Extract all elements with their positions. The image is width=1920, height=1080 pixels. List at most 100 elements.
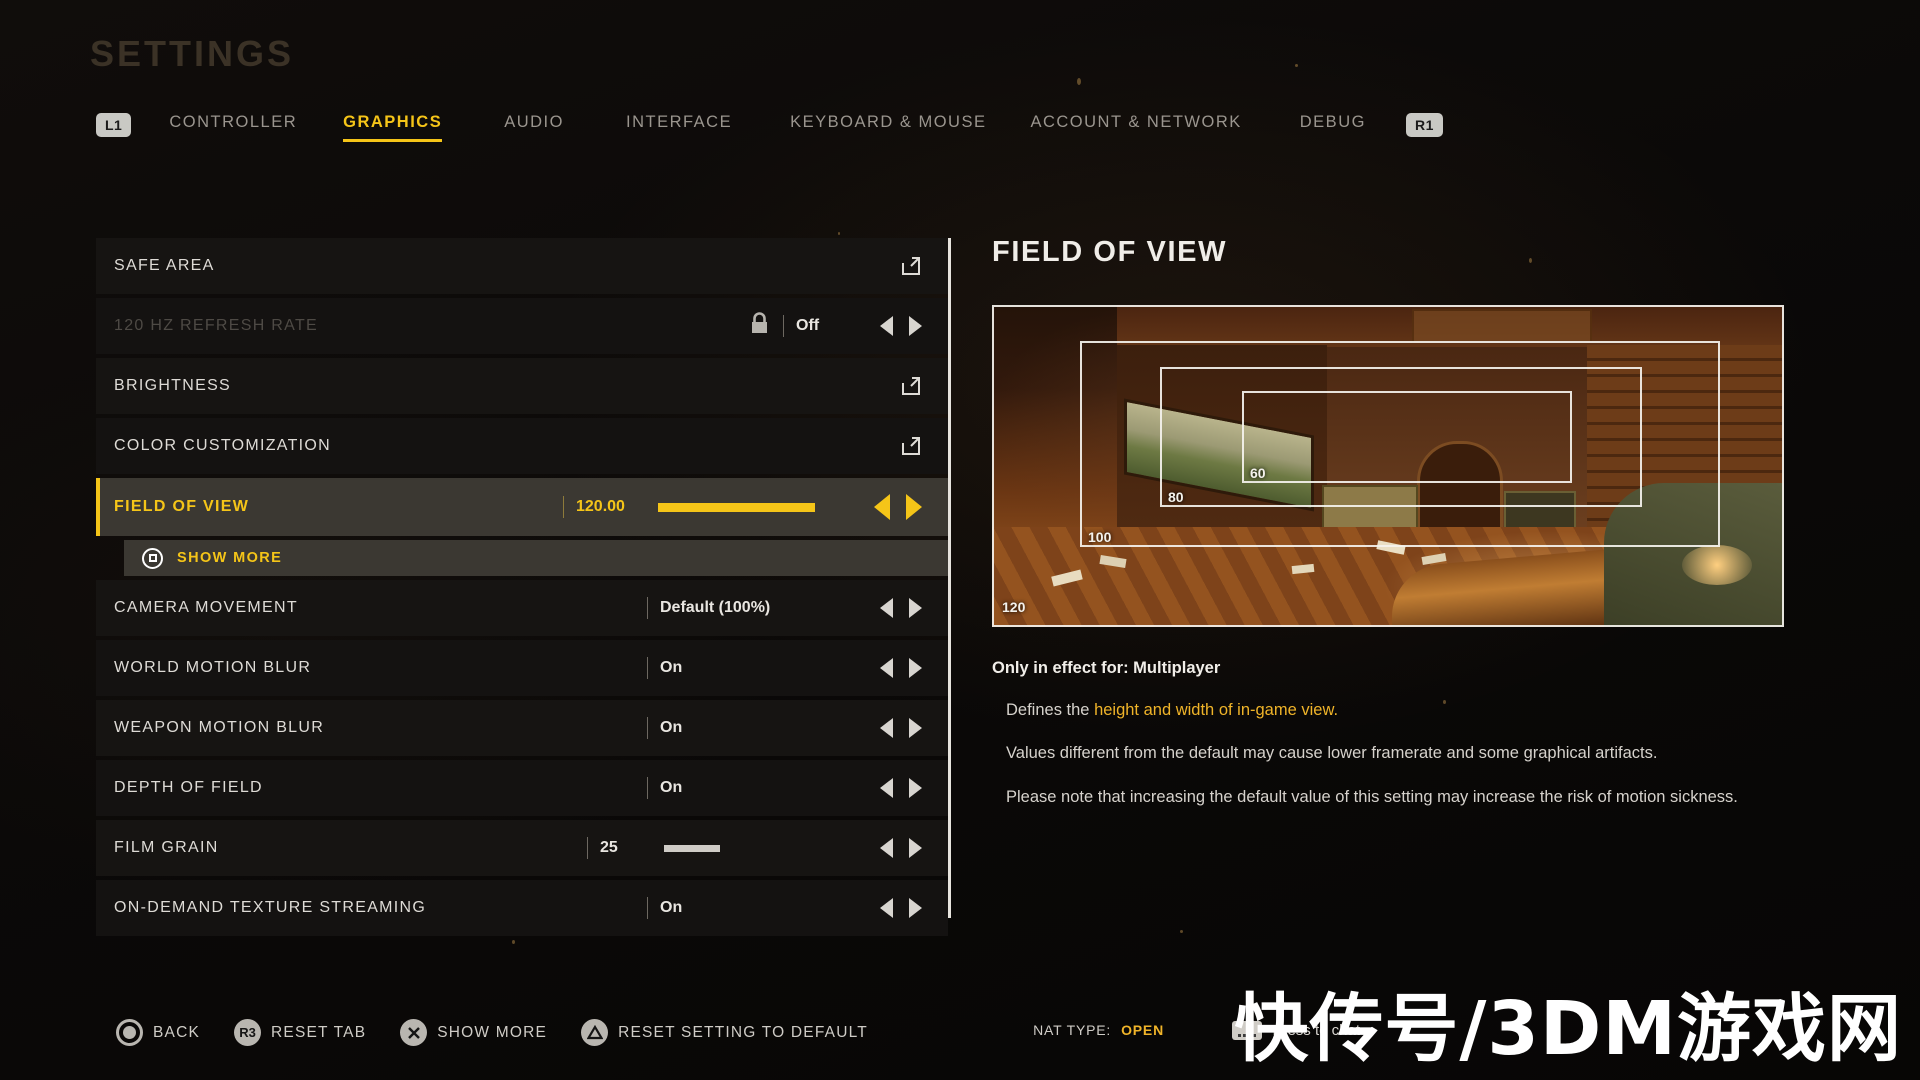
dust-speck [838, 232, 840, 235]
tab-interface[interactable]: INTERFACE [626, 109, 732, 142]
tab-controller[interactable]: CONTROLLER [169, 109, 297, 142]
external-link-icon[interactable] [900, 435, 922, 457]
setting-value: On [660, 779, 683, 796]
value-separator [647, 897, 648, 919]
settings-tabbar: L1 CONTROLLER GRAPHICS AUDIO INTERFACE K… [96, 108, 1443, 142]
page-title: SETTINGS [90, 33, 295, 74]
setting-label: FIELD OF VIEW [114, 498, 250, 515]
stepper-left-arrow-icon[interactable] [880, 316, 893, 336]
dust-speck [1077, 78, 1081, 85]
r1-bumper-icon[interactable]: R1 [1405, 113, 1443, 137]
setting-value: 25 [600, 839, 618, 856]
setting-label: SAFE AREA [114, 257, 215, 274]
detail-title: FIELD OF VIEW [992, 236, 1228, 268]
external-link-icon[interactable] [900, 375, 922, 397]
row-controls: Off [750, 298, 948, 354]
setting-row-world-motion-blur[interactable]: WORLD MOTION BLUR On [96, 640, 948, 696]
stepper-right-arrow-icon[interactable] [909, 316, 922, 336]
row-controls: 25 [587, 820, 948, 876]
stepper-left-arrow-icon[interactable] [880, 778, 893, 798]
nat-type-label: NAT TYPE: [1033, 1022, 1112, 1038]
dust-speck [1295, 64, 1298, 67]
lock-icon [750, 312, 769, 340]
slider-fill [664, 844, 720, 852]
tab-audio[interactable]: AUDIO [504, 109, 564, 142]
setting-row-camera-movement[interactable]: CAMERA MOVEMENT Default (100%) [96, 580, 948, 636]
action-label: BACK [153, 1023, 201, 1041]
setting-row-field-of-view[interactable]: FIELD OF VIEW 120.00 [96, 478, 948, 536]
setting-row-brightness[interactable]: BRIGHTNESS [96, 358, 948, 414]
row-controls: On [647, 880, 948, 936]
row-controls: Default (100%) [647, 580, 948, 636]
tab-graphics[interactable]: GRAPHICS [343, 109, 443, 142]
value-separator [647, 717, 648, 739]
field-of-view-preview: 60 80 100 120 [992, 305, 1784, 627]
setting-label: WORLD MOTION BLUR [114, 659, 312, 676]
action-show-more[interactable]: SHOW MORE [400, 1019, 547, 1046]
settings-screen: SETTINGS L1 CONTROLLER GRAPHICS AUDIO IN… [0, 0, 1920, 1080]
slider-fill [658, 502, 815, 512]
tab-keyboard-mouse[interactable]: KEYBOARD & MOUSE [790, 109, 986, 142]
stepper-right-arrow-icon[interactable] [909, 718, 922, 738]
row-controls [900, 358, 948, 414]
show-more-label: SHOW MORE [177, 550, 283, 566]
stepper-right-arrow-icon[interactable] [909, 598, 922, 618]
stepper-left-arrow-icon[interactable] [880, 598, 893, 618]
row-controls: On [647, 640, 948, 696]
stepper-right-arrow-icon[interactable] [909, 658, 922, 678]
ps-square-button-icon [142, 547, 163, 569]
watermark: 快传号/3DM游戏网 [1234, 986, 1902, 1072]
stepper-right-arrow-icon[interactable] [909, 778, 922, 798]
stepper-right-arrow-icon[interactable] [909, 838, 922, 858]
stepper-left-arrow-icon[interactable] [880, 658, 893, 678]
tab-account-network[interactable]: ACCOUNT & NETWORK [1030, 109, 1241, 142]
description-line-1: Defines the height and width of in-game … [1006, 700, 1812, 721]
setting-row-on-demand-texture-streaming[interactable]: ON-DEMAND TEXTURE STREAMING On [96, 880, 948, 936]
stepper-right-arrow-icon[interactable] [909, 898, 922, 918]
setting-value: 120.00 [576, 498, 625, 515]
setting-label: FILM GRAIN [114, 839, 219, 856]
stepper-arrows [880, 898, 922, 918]
value-separator [587, 837, 588, 859]
setting-row-depth-of-field[interactable]: DEPTH OF FIELD On [96, 760, 948, 816]
settings-list-scrollbar[interactable] [948, 238, 951, 918]
detail-panel: FIELD OF VIEW 60 80 100 120 Only in effe… [992, 236, 1812, 808]
external-link-icon[interactable] [900, 255, 922, 277]
stepper-left-arrow-icon[interactable] [874, 494, 890, 520]
dust-speck [1180, 930, 1183, 933]
setting-row-safe-area[interactable]: SAFE AREA [96, 238, 948, 294]
settings-list: SAFE AREA 120 HZ REFRESH RATE Off BRIGHT… [96, 238, 948, 940]
tab-debug[interactable]: DEBUG [1300, 109, 1366, 142]
setting-row-weapon-motion-blur[interactable]: WEAPON MOTION BLUR On [96, 700, 948, 756]
stepper-right-arrow-icon[interactable] [906, 494, 922, 520]
l1-bumper-icon[interactable]: L1 [96, 113, 132, 137]
description-prefix: Defines the [1006, 701, 1095, 719]
setting-label: WEAPON MOTION BLUR [114, 719, 325, 736]
stepper-left-arrow-icon[interactable] [880, 838, 893, 858]
setting-row-film-grain[interactable]: FILM GRAIN 25 [96, 820, 948, 876]
fov-label-100: 100 [1088, 529, 1112, 545]
dust-speck [512, 940, 515, 944]
value-separator [647, 597, 648, 619]
nat-type-status: NAT TYPE: OPEN [1033, 1022, 1164, 1038]
film-grain-slider[interactable] [664, 844, 794, 853]
field-of-view-slider[interactable] [658, 502, 854, 512]
show-more-row[interactable]: SHOW MORE [124, 540, 948, 576]
row-controls: 120.00 [563, 478, 948, 536]
preview-door-arch [1417, 441, 1503, 537]
description-highlight: height and width of in-game view. [1094, 701, 1339, 719]
stepper-arrows [880, 316, 922, 336]
action-back[interactable]: BACK [116, 1019, 200, 1046]
stepper-arrows [880, 598, 922, 618]
value-separator [647, 657, 648, 679]
cross-button-icon [400, 1019, 428, 1046]
row-controls: On [647, 760, 948, 816]
setting-row-color-customization[interactable]: COLOR CUSTOMIZATION [96, 418, 948, 474]
row-controls: On [647, 700, 948, 756]
action-reset-tab[interactable]: R3 RESET TAB [234, 1019, 366, 1046]
action-reset-setting-to-default[interactable]: RESET SETTING TO DEFAULT [581, 1019, 868, 1046]
fov-label-60: 60 [1250, 465, 1266, 481]
stepper-left-arrow-icon[interactable] [880, 898, 893, 918]
stepper-left-arrow-icon[interactable] [880, 718, 893, 738]
preview-ceiling-panel [1412, 309, 1592, 343]
